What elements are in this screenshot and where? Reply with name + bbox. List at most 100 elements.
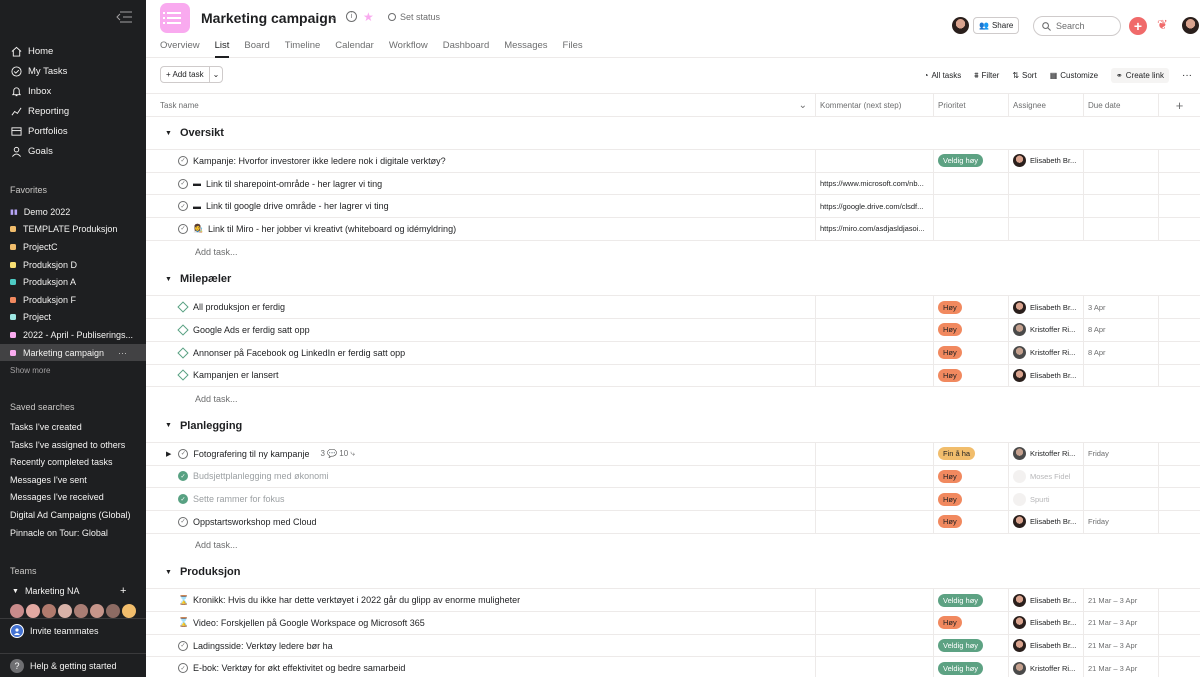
comment-cell[interactable] bbox=[816, 465, 934, 488]
tab-overview[interactable]: Overview bbox=[160, 40, 200, 58]
favorite-project[interactable]: Produksjon F bbox=[0, 291, 146, 309]
avatar[interactable] bbox=[1182, 17, 1199, 34]
assignee-cell[interactable]: Kristoffer Ri... bbox=[1009, 319, 1084, 341]
priority-cell[interactable]: Høy bbox=[934, 465, 1009, 488]
comment-cell[interactable] bbox=[816, 510, 934, 533]
table-row[interactable]: ⌛ Kronikk: Hvis du ikke har dette verktøy… bbox=[146, 589, 1200, 612]
task-name[interactable]: Fotografering til ny kampanje bbox=[193, 449, 309, 459]
create-button[interactable]: + bbox=[1129, 17, 1147, 35]
saved-search-item[interactable]: Tasks I've created bbox=[0, 419, 146, 437]
search-input[interactable]: Search bbox=[1033, 16, 1121, 36]
comment-cell[interactable] bbox=[816, 657, 934, 677]
avatar[interactable] bbox=[1013, 593, 1026, 607]
task-name-cell[interactable]: ✓ Ladingsside: Verktøy ledere bør ha bbox=[146, 634, 816, 657]
priority-cell[interactable]: Veldig høy bbox=[934, 589, 1009, 611]
collapse-sidebar-icon[interactable] bbox=[116, 11, 132, 23]
avatar[interactable] bbox=[1013, 447, 1026, 461]
tab-messages[interactable]: Messages bbox=[504, 40, 547, 58]
due-date-cell[interactable]: Friday bbox=[1084, 510, 1159, 533]
avatar[interactable] bbox=[74, 604, 88, 618]
assignee-cell[interactable] bbox=[1009, 172, 1084, 195]
due-date-cell[interactable] bbox=[1084, 488, 1159, 510]
tab-calendar[interactable]: Calendar bbox=[335, 40, 374, 58]
task-name[interactable]: E-bok: Verktøy for økt effektivitet og b… bbox=[193, 663, 405, 673]
section-header[interactable]: ▼ Oversikt bbox=[146, 117, 1200, 150]
avatar[interactable] bbox=[1013, 323, 1026, 337]
table-row[interactable]: ✓ 👩‍🎨 Link til Miro - her jobber vi kreati… bbox=[146, 218, 1200, 241]
task-name[interactable]: Link til Miro - her jobber vi kreativt (… bbox=[208, 224, 456, 234]
priority-cell[interactable] bbox=[934, 195, 1009, 218]
table-row[interactable]: All produksjon er ferdig Høy Elisabeth Br.… bbox=[146, 296, 1200, 320]
avatar[interactable] bbox=[1013, 154, 1026, 168]
info-icon[interactable]: i bbox=[346, 11, 357, 22]
avatar[interactable] bbox=[1013, 616, 1026, 630]
task-name-cell[interactable]: ✓ ▬ Link til google drive område - her lag… bbox=[146, 195, 816, 218]
add-column-button[interactable]: + bbox=[1159, 94, 1200, 116]
help-button[interactable]: ? Help & getting started bbox=[0, 653, 146, 677]
comment-cell[interactable] bbox=[816, 341, 934, 364]
due-date-cell[interactable]: 21 Mar – 3 Apr bbox=[1084, 657, 1159, 677]
task-name[interactable]: Link til sharepoint-område - her lagrer … bbox=[206, 179, 382, 189]
complete-checkbox[interactable]: ✓ bbox=[178, 155, 188, 166]
due-date-cell[interactable]: 21 Mar – 3 Apr bbox=[1084, 589, 1159, 611]
comment-cell[interactable] bbox=[816, 150, 934, 172]
table-row[interactable]: ✓ ▬ Link til google drive område - her lag… bbox=[146, 195, 1200, 219]
assignee-cell[interactable]: Kristoffer Ri... bbox=[1009, 442, 1084, 465]
add-task-button[interactable]: + Add task ⌄ bbox=[160, 66, 224, 83]
task-name[interactable]: Budsjettplanlegging med økonomi bbox=[193, 471, 329, 481]
task-name-cell[interactable]: ▶ ✓ Fotografering til ny kampanje 3 💬 10 ⤷ bbox=[146, 442, 816, 465]
sidebar-item-home[interactable]: Home bbox=[0, 41, 146, 61]
chevron-down-icon[interactable]: ⌄ bbox=[799, 100, 807, 111]
caret-down-icon[interactable]: ▼ bbox=[165, 569, 172, 576]
show-more-link[interactable]: Show more bbox=[0, 366, 50, 375]
task-name[interactable]: Ladingsside: Verktøy ledere bør ha bbox=[193, 641, 333, 651]
assignee-cell[interactable]: Elisabeth Br... bbox=[1009, 364, 1084, 387]
avatar[interactable] bbox=[42, 604, 56, 618]
assignee-cell[interactable] bbox=[1009, 195, 1084, 218]
tab-workflow[interactable]: Workflow bbox=[389, 40, 428, 58]
due-date-cell[interactable] bbox=[1084, 465, 1159, 488]
assignee-cell[interactable]: Elisabeth Br... bbox=[1009, 634, 1084, 657]
milestone-icon[interactable] bbox=[177, 301, 189, 313]
add-task-row[interactable]: Add task... bbox=[146, 387, 1200, 410]
table-row[interactable]: Google Ads er ferdig satt opp Høy Kristoff… bbox=[146, 319, 1200, 342]
avatar[interactable] bbox=[1013, 492, 1026, 506]
task-name[interactable]: Annonser på Facebook og LinkedIn er ferd… bbox=[193, 348, 405, 358]
column-comment[interactable]: Kommentar (next step) bbox=[816, 94, 934, 116]
task-name[interactable]: Kampanje: Hvorfor investorer ikke ledere… bbox=[193, 156, 446, 166]
comment-cell[interactable] bbox=[816, 319, 934, 341]
avatar[interactable] bbox=[1013, 300, 1026, 314]
priority-cell[interactable]: Høy bbox=[934, 510, 1009, 533]
priority-cell[interactable]: Veldig høy bbox=[934, 634, 1009, 657]
task-name-cell[interactable]: Google Ads er ferdig satt opp bbox=[146, 319, 816, 341]
share-button[interactable]: 👥 Share bbox=[973, 17, 1020, 34]
upgrade-icon[interactable]: ❦ bbox=[1157, 17, 1168, 33]
favorite-project[interactable]: TEMPLATE Produksjon bbox=[0, 221, 146, 239]
column-priority[interactable]: Prioritet bbox=[934, 94, 1009, 116]
due-date-cell[interactable]: 8 Apr bbox=[1084, 341, 1159, 364]
task-name-cell[interactable]: ⌛ Video: Forskjellen på Google Workspace … bbox=[146, 612, 816, 634]
sidebar-item-goals[interactable]: Goals bbox=[0, 141, 146, 161]
subtask-counts[interactable]: 3 💬 10 ⤷ bbox=[320, 449, 354, 459]
add-task-row[interactable]: Add task... bbox=[146, 241, 1200, 264]
favorite-project[interactable]: ProjectC bbox=[0, 238, 146, 256]
priority-cell[interactable]: Veldig høy bbox=[934, 657, 1009, 677]
task-name[interactable]: All produksjon er ferdig bbox=[193, 302, 285, 312]
section-header[interactable]: ▼ Planlegging bbox=[146, 410, 1200, 443]
table-row[interactable]: Annonser på Facebook og LinkedIn er ferd… bbox=[146, 341, 1200, 365]
tab-timeline[interactable]: Timeline bbox=[285, 40, 321, 58]
task-name[interactable]: Google Ads er ferdig satt opp bbox=[193, 325, 310, 335]
task-name[interactable]: Link til google drive område - her lagre… bbox=[206, 201, 389, 211]
avatar[interactable] bbox=[122, 604, 136, 618]
page-title[interactable]: Marketing campaign bbox=[201, 10, 336, 26]
priority-cell[interactable]: Høy bbox=[934, 488, 1009, 510]
saved-search-item[interactable]: Messages I've sent bbox=[0, 472, 146, 490]
comment-cell[interactable]: https://google.drive.com/clsdf... bbox=[816, 195, 934, 218]
avatar[interactable] bbox=[952, 17, 969, 34]
task-name[interactable]: Video: Forskjellen på Google Workspace o… bbox=[193, 618, 425, 628]
priority-cell[interactable]: Fin å ha bbox=[934, 442, 1009, 465]
team-caret-icon[interactable]: ▼ bbox=[12, 588, 19, 595]
milestone-icon[interactable] bbox=[177, 346, 189, 359]
task-name-cell[interactable]: ✓ E-bok: Verktøy for økt effektivitet og … bbox=[146, 657, 816, 677]
task-name-cell[interactable]: All produksjon er ferdig bbox=[146, 296, 816, 319]
